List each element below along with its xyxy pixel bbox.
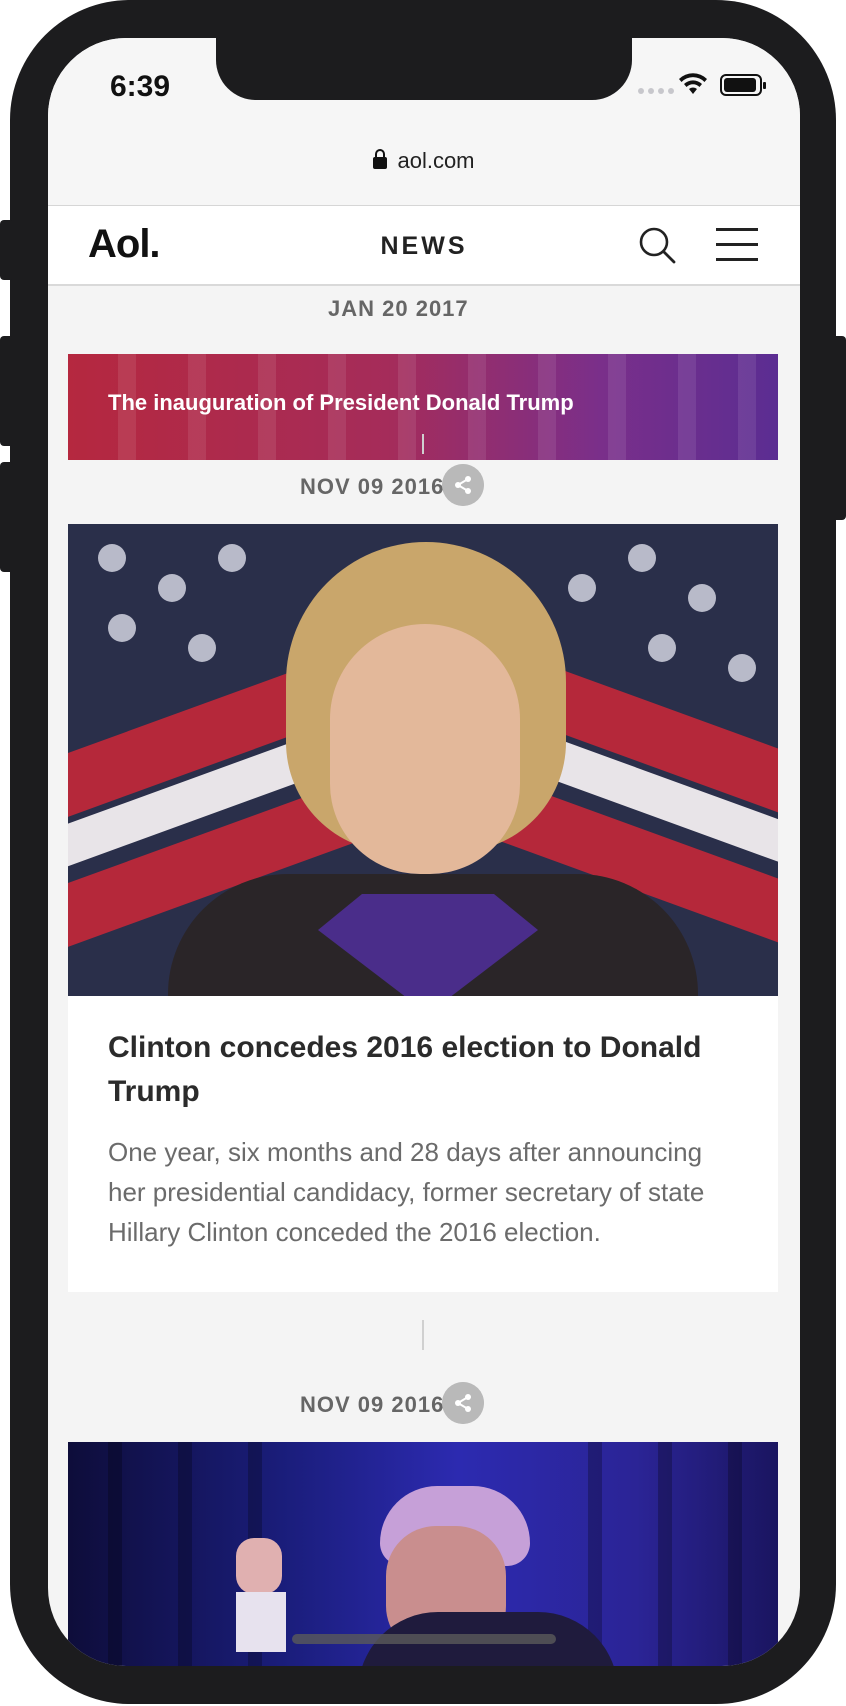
portrait-fist — [236, 1538, 282, 1594]
article-description: One year, six months and 28 days after a… — [108, 1137, 705, 1247]
timeline-date: JAN 20 2017 — [328, 296, 469, 321]
search-icon[interactable] — [638, 226, 678, 266]
share-icon[interactable] — [442, 464, 484, 506]
article-title[interactable]: Clinton concedes 2016 election to Donald… — [68, 996, 778, 1114]
timeline-date: NOV 09 2016 — [300, 474, 445, 499]
share-icon[interactable] — [442, 1382, 484, 1424]
article-photo[interactable] — [68, 524, 778, 996]
phone-screen: 6:39 aol.com Aol. NEWS JAN 20 2017 The i… — [48, 38, 800, 1666]
timeline-connector — [422, 434, 424, 454]
timeline-connector — [422, 1320, 424, 1350]
volume-down-button — [0, 462, 14, 572]
section-title[interactable]: NEWS — [48, 232, 800, 261]
browser-address-bar[interactable]: aol.com — [48, 128, 800, 206]
home-indicator[interactable] — [292, 1634, 556, 1644]
status-time: 6:39 — [110, 70, 171, 103]
hamburger-menu-icon[interactable] — [716, 228, 758, 262]
timeline-date: NOV 09 2016 — [300, 1392, 445, 1417]
article-photo[interactable] — [68, 1442, 778, 1666]
volume-up-button — [0, 336, 14, 446]
cellular-signal-icon — [638, 88, 674, 94]
mute-switch — [0, 220, 14, 280]
article-card[interactable]: Clinton concedes 2016 election to Donald… — [68, 524, 778, 1292]
portrait-arm — [236, 1592, 286, 1652]
portrait-face — [330, 624, 520, 874]
lock-icon — [373, 149, 388, 169]
notch — [216, 38, 632, 100]
wifi-icon — [679, 73, 707, 94]
site-header: Aol. NEWS — [48, 206, 800, 286]
power-button — [832, 336, 846, 520]
url-text: aol.com — [397, 148, 475, 173]
url-display[interactable]: aol.com — [48, 148, 800, 174]
banner-title: The inauguration of President Donald Tru… — [108, 390, 574, 415]
battery-icon — [720, 74, 766, 96]
